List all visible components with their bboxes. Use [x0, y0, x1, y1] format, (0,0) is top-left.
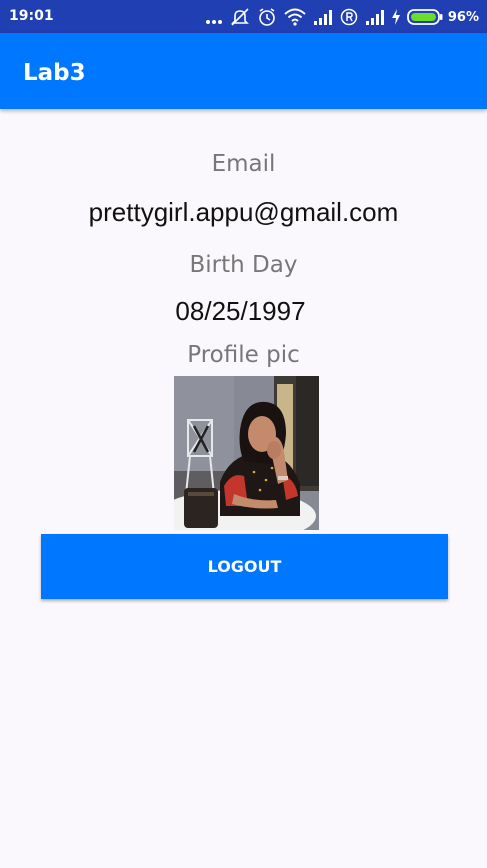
email-value: prettygirl.appu@gmail.com — [88, 197, 399, 227]
app-bar: Lab3 — [0, 33, 487, 109]
birthday-label: Birth Day — [189, 252, 298, 278]
signal-icon — [313, 8, 333, 26]
registered-icon — [340, 8, 358, 26]
mute-icon — [230, 7, 250, 27]
battery-percent: 96% — [447, 9, 479, 25]
app-title: Lab3 — [23, 60, 86, 86]
email-label: Email — [211, 151, 276, 177]
profile-picture — [174, 376, 319, 530]
battery-icon — [406, 8, 443, 26]
more-dots-icon — [205, 7, 223, 27]
alarm-icon — [257, 7, 277, 27]
charging-icon — [391, 9, 400, 25]
profile-pic-label: Profile pic — [187, 342, 300, 368]
wifi-icon — [284, 8, 306, 26]
birthday-value: 08/25/1997 — [175, 296, 306, 326]
status-time: 19:01 — [9, 8, 54, 24]
signal-icon — [365, 8, 385, 26]
logout-button[interactable]: LOGOUT — [41, 534, 448, 599]
status-bar: 19:01 96% — [0, 0, 487, 33]
status-icons: 96% — [205, 5, 479, 29]
